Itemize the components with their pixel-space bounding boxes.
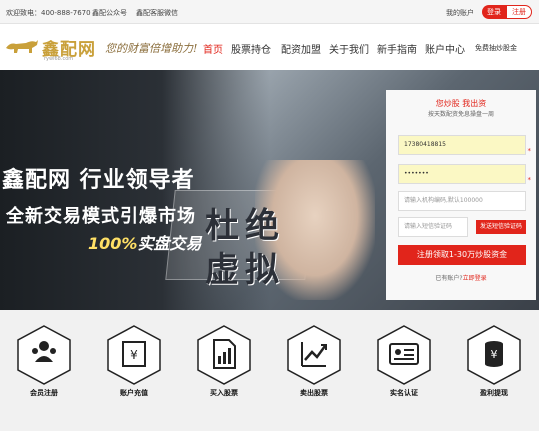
nav-guide[interactable]: 新手指南 <box>377 41 417 56</box>
step-sell-stock[interactable]: 卖出股票 <box>284 324 344 400</box>
step-buy-stock[interactable]: 买入股票 <box>194 324 254 400</box>
panel-subtitle: 按天数配资免息操盘一周 <box>427 111 494 118</box>
banner-title: 鑫配网 行业领导者 <box>2 168 195 193</box>
required-mark: * <box>527 147 532 155</box>
phone-value: 17380418815 <box>404 141 446 148</box>
step-member-register[interactable]: 会员注册 <box>14 324 74 400</box>
org-code-input[interactable]: 请输入机构编码,默认100000 <box>398 191 526 211</box>
top-bar: 欢迎致电：400-888-7670 鑫配公众号 鑫配客服微信 我的账户 登录 注… <box>0 0 539 24</box>
step-label: 卖出股票 <box>300 389 328 397</box>
phone-input[interactable]: 17380418815 * <box>398 135 531 155</box>
step-label: 盈利提现 <box>480 389 508 397</box>
logo-url: rywl68.com <box>44 56 74 62</box>
required-mark: * <box>527 176 532 184</box>
svg-text:¥: ¥ <box>130 348 138 362</box>
register-panel: 您炒股 我出资 按天数配资免息操盘一周 17380418815 * •••••••… <box>386 90 536 300</box>
profit-withdraw-icon: ¥ <box>467 325 521 385</box>
my-account-link[interactable]: 我的账户 <box>446 8 474 18</box>
percent-text: 实盘交易 <box>137 234 202 253</box>
wechat-service-link[interactable]: 鑫配客服微信 <box>136 8 178 18</box>
member-register-icon <box>17 325 71 385</box>
step-account-recharge[interactable]: ¥ 账户充值 <box>104 324 164 400</box>
percent-value: 100% <box>88 234 138 253</box>
step-label: 账户充值 <box>120 389 148 397</box>
register-button[interactable]: 注册 <box>506 5 532 19</box>
nav-home[interactable]: 首页 <box>203 41 223 56</box>
org-code-placeholder: 请输入机构编码,默认100000 <box>404 197 483 204</box>
password-input[interactable]: ••••••• * <box>398 164 531 184</box>
step-label: 会员注册 <box>30 389 58 397</box>
step-label: 实名认证 <box>390 389 418 397</box>
nav-about[interactable]: 关于我们 <box>329 41 369 56</box>
svg-text:¥: ¥ <box>491 348 498 361</box>
bull-logo-icon[interactable] <box>4 36 40 56</box>
step-label: 买入股票 <box>210 389 238 397</box>
id-verify-icon <box>377 325 431 385</box>
wechat-public-link[interactable]: 鑫配公众号 <box>92 8 127 18</box>
sms-code-input[interactable]: 请输入短信验证码 <box>398 217 468 237</box>
buy-stock-icon <box>197 325 251 385</box>
sms-code-placeholder: 请输入短信验证码 <box>404 223 453 230</box>
panel-title: 您炒股 我出资 <box>435 99 487 108</box>
banner-char-4: 拟 <box>245 250 279 290</box>
password-value: ••••••• <box>404 170 429 177</box>
login-button[interactable]: 登录 <box>482 5 506 19</box>
banner-percent: 100%实盘交易 <box>88 230 201 254</box>
slogan: 您的财富倍增助力! <box>105 42 198 55</box>
nav-free-draw[interactable]: 免费抽炒股金 <box>475 43 517 53</box>
has-account-text: 已有账户? <box>435 275 463 282</box>
step-id-verify[interactable]: 实名认证 <box>374 324 434 400</box>
banner-subtitle: 全新交易模式引爆市场 <box>6 206 196 227</box>
login-now-link[interactable]: 立即登录 <box>463 275 487 282</box>
account-recharge-icon: ¥ <box>107 325 161 385</box>
banner-char-2: 绝 <box>245 206 279 246</box>
sell-stock-icon <box>287 325 341 385</box>
banner-char-3: 虚 <box>205 250 239 290</box>
hotline-text: 欢迎致电：400-888-7670 <box>6 9 91 17</box>
login-hint: 已有账户?立即登录 <box>386 273 536 282</box>
steps-section: 会员注册 ¥ 账户充值 买入股票 卖出股票 实名认证 ¥ 盈利提现 <box>0 310 539 431</box>
nav-franchise[interactable]: 配资加盟 <box>281 41 321 56</box>
nav-stock-holdings[interactable]: 股票持仓 <box>231 41 271 56</box>
send-sms-button[interactable]: 发送短信验证码 <box>476 220 526 234</box>
submit-register-button[interactable]: 注册领取1-30万炒股资金 <box>398 245 526 265</box>
header: 鑫配网 rywl68.com 您的财富倍增助力! 首页 股票持仓 配资加盟 关于… <box>0 24 539 70</box>
nav-account-center[interactable]: 账户中心 <box>425 41 465 56</box>
banner-char-1: 杜 <box>205 206 239 246</box>
step-profit-withdraw[interactable]: ¥ 盈利提现 <box>464 324 524 400</box>
